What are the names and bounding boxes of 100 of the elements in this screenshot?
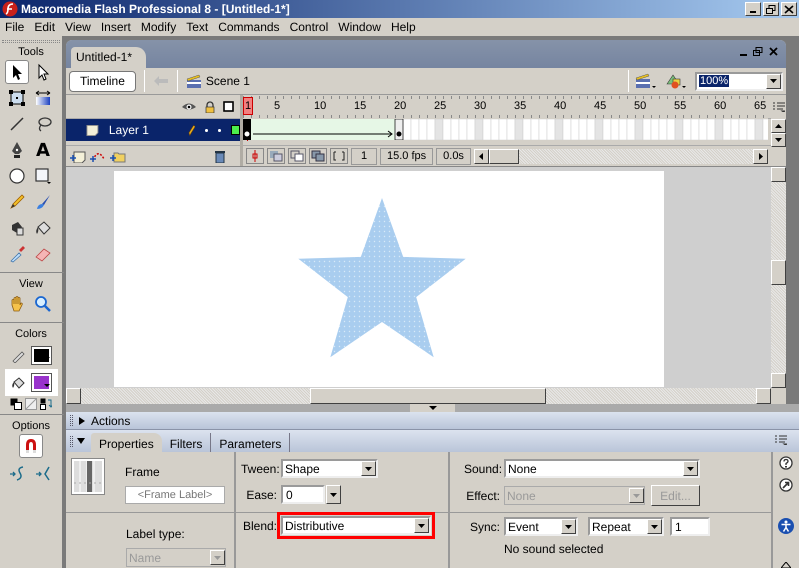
sound-status-text: No sound selected (504, 542, 604, 556)
panel-tab[interactable]: Filters (162, 433, 212, 452)
frame-number: 55 (674, 100, 686, 112)
outline-color-square[interactable] (230, 125, 240, 135)
add-layer-icon[interactable] (70, 150, 86, 162)
panel-tab[interactable]: Parameters (211, 433, 290, 452)
close-icon[interactable] (769, 47, 778, 56)
pencil-icon (188, 124, 196, 136)
center-frame-icon[interactable] (246, 148, 264, 164)
timeline-menu-icon[interactable] (772, 102, 784, 112)
field-label: Sound: (464, 462, 500, 476)
actions-panel-header[interactable]: Actions (66, 412, 799, 430)
minimize-button[interactable] (745, 2, 761, 16)
ease-field[interactable]: 0 (281, 485, 325, 504)
menu-item[interactable]: Modify (136, 20, 182, 34)
edit-multiple-frames-icon[interactable] (309, 148, 327, 164)
repeat-dropdown[interactable]: Repeat (588, 517, 664, 536)
layer-name: Layer 1 (108, 123, 150, 137)
pencil-icon (10, 348, 24, 362)
restore-icon[interactable] (753, 47, 763, 56)
close-button[interactable] (781, 2, 797, 16)
collapsed-triangle-icon[interactable] (78, 416, 86, 424)
frame-number: 40 (554, 100, 566, 112)
outline-square-icon[interactable] (223, 101, 234, 112)
lock-icon[interactable] (205, 100, 215, 112)
timeline-scrollbar[interactable] (474, 148, 768, 164)
scroll-left-button[interactable] (474, 148, 489, 164)
restore-button[interactable] (763, 2, 779, 16)
stage-vertical-scrollbar[interactable] (771, 167, 786, 388)
panel-menu-icon[interactable] (775, 434, 787, 444)
ease-slider-button[interactable] (326, 485, 341, 504)
sync-dropdown[interactable]: Event (504, 517, 578, 536)
panel-tab[interactable]: Properties (91, 433, 162, 452)
expand-up-icon[interactable] (781, 562, 791, 568)
dropdown-arrow-icon (418, 524, 425, 528)
menu-item[interactable]: Commands (213, 20, 285, 34)
menu-item[interactable]: Window (333, 20, 386, 34)
app-logo-icon (2, 1, 18, 17)
menu-item[interactable]: Text (181, 20, 214, 34)
edit-symbols-icon[interactable] (665, 72, 687, 90)
frame-number: 65 (754, 100, 766, 112)
document-tab[interactable]: Untitled-1* (71, 47, 146, 68)
scroll-down-button[interactable] (771, 373, 786, 388)
onion-skin-icon[interactable] (267, 148, 285, 164)
layer-row[interactable]: Layer 1 (66, 119, 240, 141)
collapse-handle[interactable] (410, 404, 455, 412)
pencil-icon (8, 193, 26, 211)
zoom-dropdown[interactable]: 100% (695, 72, 783, 90)
stage-horizontal-scrollbar[interactable] (66, 388, 786, 404)
trash-icon[interactable] (214, 150, 226, 162)
scroll-right-button[interactable] (756, 388, 771, 404)
color-swatch[interactable] (30, 346, 52, 365)
add-folder-icon[interactable] (110, 150, 126, 162)
tween-dropdown[interactable]: Shape (281, 459, 378, 478)
visibility-dot[interactable] (205, 128, 208, 132)
scroll-up-icon[interactable] (775, 124, 782, 128)
onion-outline-icon[interactable] (288, 148, 306, 164)
timeline-button[interactable]: Timeline (69, 70, 136, 92)
help-icon[interactable] (779, 456, 793, 470)
scroll-thumb[interactable] (488, 148, 519, 164)
menu-item[interactable]: File (0, 20, 30, 34)
frame-rate-field[interactable]: 15.0 fps (380, 148, 434, 164)
playhead-marker[interactable]: 1 (243, 97, 254, 115)
restore-icon (766, 4, 776, 14)
onion-markers-icon[interactable] (330, 148, 348, 164)
swap-colors-icon (40, 398, 52, 410)
repeat-count-field[interactable]: 1 (670, 517, 710, 536)
dropdown-arrow-icon (687, 466, 694, 470)
scroll-left-button[interactable] (66, 388, 81, 404)
scroll-right-button[interactable] (753, 148, 768, 164)
scroll-thumb[interactable] (771, 260, 786, 285)
dropdown-arrow-icon (651, 524, 658, 528)
layer-page-icon (86, 124, 99, 136)
scroll-down-icon[interactable] (775, 138, 782, 142)
lock-dot[interactable] (218, 128, 221, 132)
menu-item[interactable]: Help (386, 20, 421, 34)
expanded-triangle-icon[interactable] (77, 437, 85, 445)
eye-icon[interactable] (181, 102, 197, 112)
color-swatch[interactable] (30, 373, 52, 392)
oval-tool-icon (8, 167, 26, 185)
sound-dropdown[interactable]: None (504, 459, 700, 478)
scrollbar-corner (771, 388, 786, 404)
accessibility-icon[interactable] (778, 518, 794, 534)
menu-item[interactable]: Insert (96, 20, 136, 34)
frame-label-field[interactable]: <Frame Label> (125, 486, 225, 504)
minimize-icon (750, 11, 756, 13)
text-tool-button[interactable]: A (31, 138, 55, 162)
scroll-up-button[interactable] (771, 167, 786, 182)
dropdown-arrow-icon (365, 466, 372, 470)
edit-scene-icon[interactable] (635, 72, 657, 90)
tool-button[interactable] (5, 60, 29, 84)
menu-item[interactable]: Control (284, 20, 334, 34)
frame-number: 50 (634, 100, 646, 112)
fill-color-row[interactable] (4, 369, 58, 396)
scroll-thumb[interactable] (310, 388, 546, 404)
menu-item[interactable]: Edit (29, 20, 60, 34)
menu-item[interactable]: View (60, 20, 96, 34)
open-link-icon[interactable] (779, 478, 793, 492)
current-frame-field: 1 (351, 148, 377, 164)
collapse-arrow-icon (428, 406, 436, 410)
